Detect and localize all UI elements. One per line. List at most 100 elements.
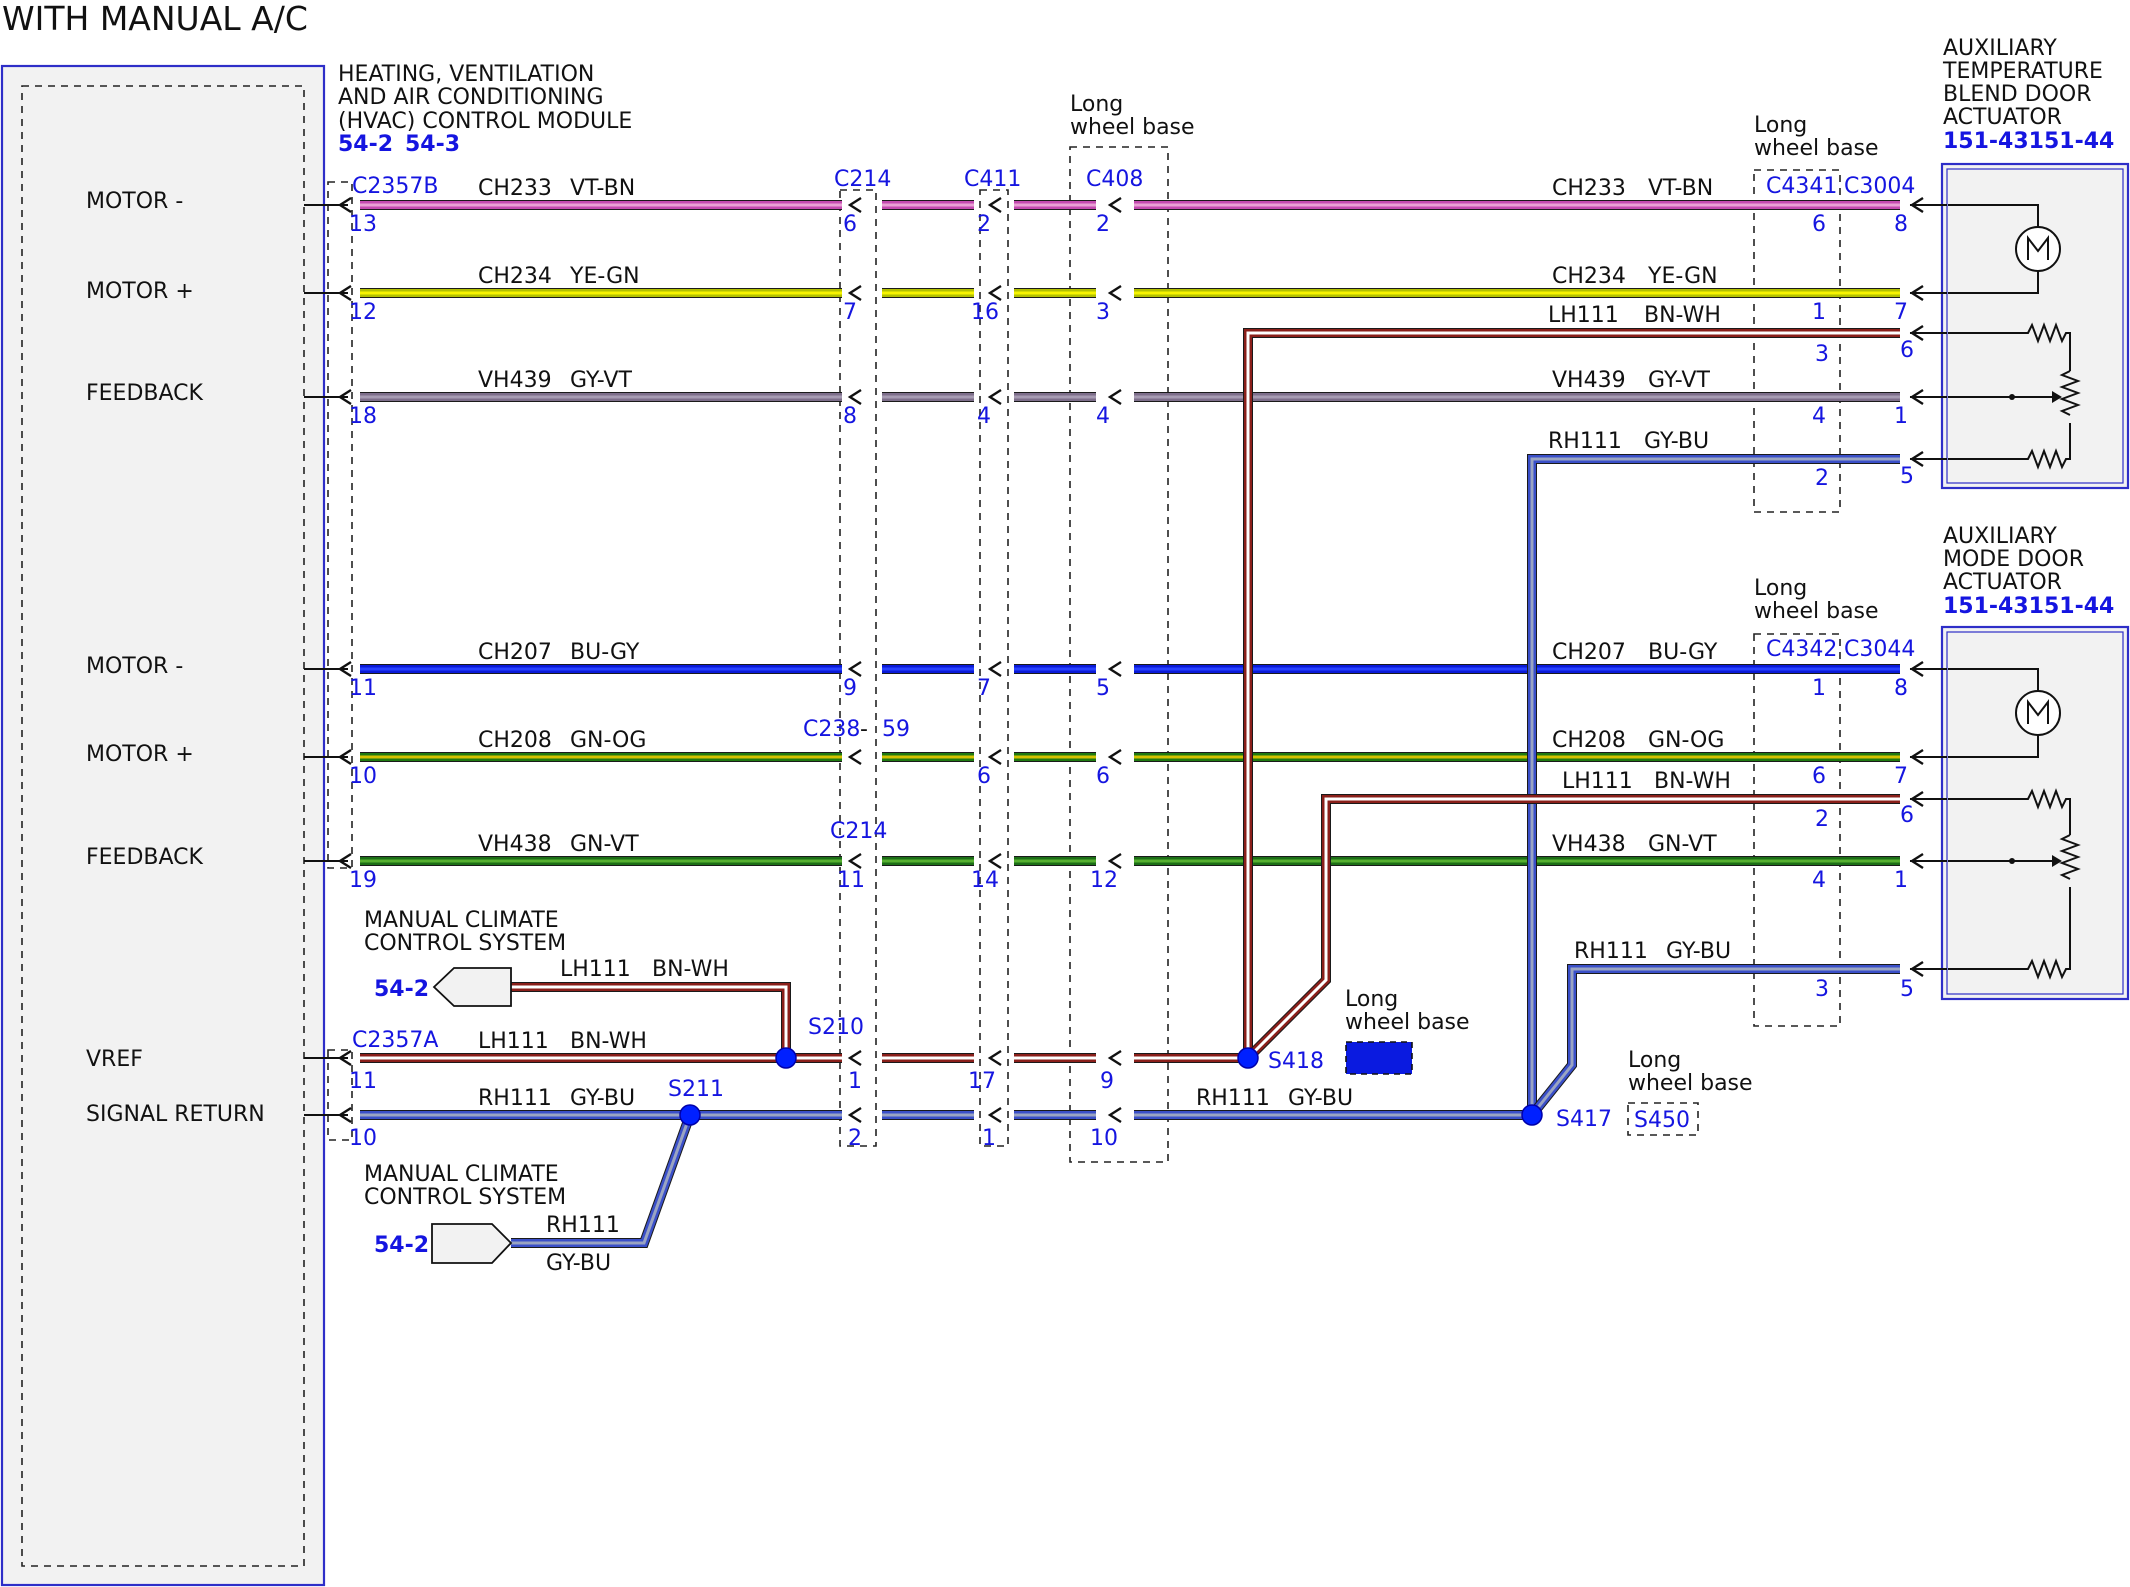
wire-color-label: BN-WH bbox=[570, 1029, 647, 1054]
splice-s210-label[interactable]: S210 bbox=[808, 1015, 864, 1040]
wire-lh111-manual[interactable] bbox=[511, 983, 790, 1058]
wire-vref-arrow-1 bbox=[987, 1049, 1002, 1067]
pin-number: 3 bbox=[1096, 300, 1110, 325]
temp-actuator-line-1: AUXILIARY bbox=[1943, 36, 2057, 61]
wire-4-arrow-1 bbox=[987, 748, 1002, 766]
hvac-title-line-3: (HVAC) CONTROL MODULE bbox=[338, 109, 632, 134]
pin-number: 1 bbox=[1812, 676, 1826, 701]
signal-motor-minus-2: MOTOR - bbox=[86, 654, 183, 679]
pin-number: 2 bbox=[1096, 212, 1110, 237]
pin-number: 11 bbox=[349, 1069, 377, 1094]
wire-color-label: GY-BU bbox=[1644, 429, 1709, 454]
splice-s211-dot[interactable] bbox=[679, 1104, 701, 1126]
pin-number: 9 bbox=[1100, 1069, 1114, 1094]
wire-color-label-right: VT-BN bbox=[1648, 176, 1713, 201]
connector-c214-box bbox=[839, 189, 877, 1147]
temp-motor-icon bbox=[2015, 226, 2061, 272]
wire-circuit-label-right: CH234 bbox=[1552, 264, 1626, 289]
wire-1-arrow-2 bbox=[1107, 284, 1122, 302]
wire-circuit-label: CH234 bbox=[478, 264, 552, 289]
pin-number: 2 bbox=[977, 212, 991, 237]
wire-circuit-label: LH111 bbox=[560, 957, 631, 982]
manual-bottom-connector[interactable] bbox=[431, 1223, 513, 1264]
wire-color-label: GY-VT bbox=[570, 368, 632, 393]
wire-4-arrow-2 bbox=[1107, 748, 1122, 766]
connector-c4342-label[interactable]: C4342 bbox=[1766, 637, 1837, 662]
pin-number: 6 bbox=[1812, 764, 1826, 789]
wire-color-label-right: GY-BU bbox=[1288, 1086, 1353, 1111]
signal-feedback-1: FEEDBACK bbox=[86, 381, 204, 406]
pin-number: 3 bbox=[1815, 977, 1829, 1002]
splice-s418-label[interactable]: S418 bbox=[1268, 1049, 1324, 1074]
pin-number: 4 bbox=[1096, 404, 1110, 429]
mode-actuator-line-1: AUXILIARY bbox=[1943, 524, 2057, 549]
wire-5-arrow-2 bbox=[1107, 852, 1122, 870]
manual-top-ref[interactable]: 54-2 bbox=[374, 977, 429, 1002]
lwb-marker bbox=[1345, 1041, 1413, 1075]
wire-sigret-arrow-1 bbox=[987, 1106, 1002, 1124]
connector-c3004-label[interactable]: C3004 bbox=[1844, 174, 1915, 199]
lwb-c4341-line-1: Long bbox=[1754, 113, 1807, 138]
wire-circuit-label: CH233 bbox=[478, 176, 552, 201]
splice-s418-dot[interactable] bbox=[1237, 1047, 1259, 1069]
pin-number: 12 bbox=[349, 300, 377, 325]
connector-c214-bottom-label[interactable]: C214 bbox=[830, 819, 887, 844]
wire-circuit-label-right: VH438 bbox=[1552, 832, 1626, 857]
pin-number: 6 bbox=[1900, 338, 1914, 363]
pin-number: 11 bbox=[349, 676, 377, 701]
lwb-s450-line-1: Long bbox=[1628, 1048, 1681, 1073]
manual-top-connector[interactable] bbox=[432, 967, 512, 1007]
lwb-s450-line-2: wheel base bbox=[1628, 1071, 1753, 1096]
wire-3-arrow-0 bbox=[847, 660, 862, 678]
wire-color-label: BN-WH bbox=[1644, 303, 1721, 328]
mode-actuator-ref[interactable]: 151-43151-44 bbox=[1943, 594, 2114, 619]
connector-c2357a-label[interactable]: C2357A bbox=[352, 1028, 438, 1053]
wire-circuit-label-right: CH233 bbox=[1552, 176, 1626, 201]
splice-s211-label[interactable]: S211 bbox=[668, 1077, 724, 1102]
pin-number: 6 bbox=[1812, 212, 1826, 237]
splice-s417-dot[interactable] bbox=[1521, 1104, 1543, 1126]
pin-number: 7 bbox=[1894, 764, 1908, 789]
manual-bottom-ref[interactable]: 54-2 bbox=[374, 1233, 429, 1258]
splice-s417-label[interactable]: S417 bbox=[1556, 1107, 1612, 1132]
hvac-ref-2[interactable]: 54-3 bbox=[405, 132, 460, 157]
connector-c3044-label[interactable]: C3044 bbox=[1844, 637, 1915, 662]
connector-c2357b-label[interactable]: C2357B bbox=[352, 174, 438, 199]
wire-color-label: GN-VT bbox=[570, 832, 639, 857]
pin-number: 1 bbox=[848, 1069, 862, 1094]
temp-actuator-ref[interactable]: 151-43151-44 bbox=[1943, 129, 2114, 154]
signal-feedback-2: FEEDBACK bbox=[86, 845, 204, 870]
pin-number: 9 bbox=[843, 676, 857, 701]
mode-actuator-line-3: ACTUATOR bbox=[1943, 570, 2062, 595]
connector-c4341-label[interactable]: C4341 bbox=[1766, 174, 1837, 199]
connector-c214-top-label[interactable]: C214 bbox=[834, 167, 891, 192]
mode-motor-icon bbox=[2015, 690, 2061, 736]
pin-number: 4 bbox=[977, 404, 991, 429]
pin-number: 4 bbox=[1812, 868, 1826, 893]
connector-c408-label[interactable]: C408 bbox=[1086, 167, 1143, 192]
hvac-ref-1[interactable]: 54-2 bbox=[338, 132, 393, 157]
wire-color-label: BN-WH bbox=[1654, 769, 1731, 794]
pin-number: 10 bbox=[1090, 1126, 1118, 1151]
signal-vref: VREF bbox=[86, 1047, 143, 1072]
wire-color-label-right: GN-VT bbox=[1648, 832, 1717, 857]
manual-top-line-2: CONTROL SYSTEM bbox=[364, 931, 566, 956]
connector-c238-label[interactable]: C238 bbox=[803, 717, 860, 742]
wire-2-arrow-1 bbox=[987, 388, 1002, 406]
splice-s450-label[interactable]: S450 bbox=[1634, 1108, 1690, 1133]
temp-actuator-line-4: ACTUATOR bbox=[1943, 105, 2062, 130]
wire-3-arrow-2 bbox=[1107, 660, 1122, 678]
wire-circuit-label-right: CH207 bbox=[1552, 640, 1626, 665]
pin-number: 1 bbox=[1894, 868, 1908, 893]
pin-number: 8 bbox=[843, 404, 857, 429]
splice-s210-dot[interactable] bbox=[775, 1047, 797, 1069]
wire-color-label: GY-BU bbox=[570, 1086, 635, 1111]
wire-color-label-right: GN-OG bbox=[1648, 728, 1724, 753]
lwb-s418-line-2: wheel base bbox=[1345, 1010, 1470, 1035]
pin-number: 10 bbox=[349, 1126, 377, 1151]
temp-actuator-box bbox=[1940, 162, 2130, 490]
connector-c411-label[interactable]: C411 bbox=[964, 167, 1021, 192]
lwb-c4341-line-2: wheel base bbox=[1754, 136, 1879, 161]
wire-vref-arrow-0 bbox=[847, 1049, 862, 1067]
pin-number: 4 bbox=[1812, 404, 1826, 429]
